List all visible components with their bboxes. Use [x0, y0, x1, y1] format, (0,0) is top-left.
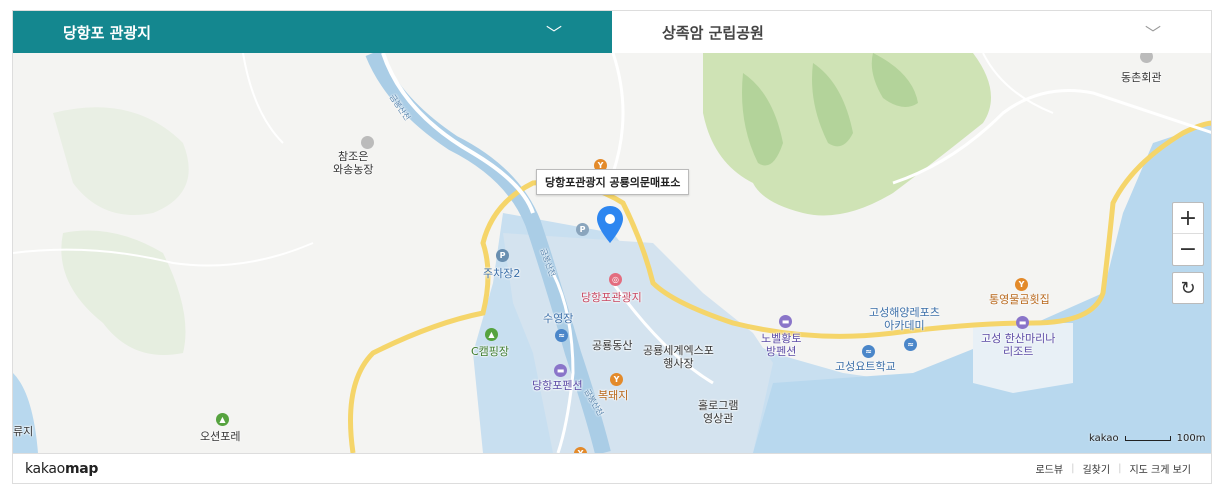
place-label: 수영장 — [543, 312, 574, 325]
resort-icon[interactable]: ▬ — [1016, 316, 1029, 329]
place-label: C캠핑장 — [471, 345, 510, 358]
scale-bar — [1124, 436, 1171, 441]
restaurant-icon[interactable]: Y — [1015, 278, 1028, 291]
scale-brand: kakao — [1089, 433, 1119, 444]
map-scale: kakao 100m — [1089, 433, 1205, 444]
lodging-icon[interactable]: ▬ — [779, 315, 792, 328]
location-pin-icon[interactable] — [595, 205, 625, 249]
camping-icon[interactable]: ▲ — [216, 413, 229, 426]
place-label: 오션포레 — [200, 430, 241, 443]
place-label: 노벨황토 방펜션 — [761, 332, 802, 358]
kakaomap-logo[interactable]: kakaomap — [25, 461, 98, 477]
map-canvas[interactable]: P P ◎ ≈ ▲ ▬ Y ▬ ≈ ≈ Y ▬ ▲ Y Y 참조은와송농장 주차… — [12, 53, 1212, 453]
enlarge-map-link[interactable]: 지도 크게 보기 — [1121, 461, 1199, 476]
place-label: 공룡동산 — [592, 339, 633, 352]
directions-link[interactable]: 길찾기 — [1074, 461, 1118, 476]
location-callout[interactable]: 당항포관광지 공룡의문매표소 — [536, 169, 690, 195]
restaurant-icon[interactable]: Y — [610, 373, 623, 386]
scale-distance: 100m — [1176, 433, 1206, 444]
zoom-out-button[interactable]: − — [1173, 234, 1203, 265]
place-dot-icon[interactable] — [361, 136, 374, 149]
swimming-icon[interactable]: ≈ — [555, 329, 568, 342]
logo-light: kakao — [25, 460, 65, 477]
tab-label: 당항포 관광지 — [63, 23, 152, 42]
footer-links: 로드뷰 | 길찾기 | 지도 크게 보기 — [1027, 461, 1199, 476]
camping-icon[interactable]: ▲ — [485, 328, 498, 341]
place-label: 참조은 와송농장 — [333, 150, 374, 176]
parking-icon[interactable]: P — [576, 223, 589, 236]
place-label: 복돼지 — [598, 389, 629, 402]
place-label: 당항포펜션 — [532, 379, 583, 392]
lodging-icon[interactable]: ▬ — [554, 364, 567, 377]
zoom-control: + − — [1172, 202, 1204, 266]
place-label: 고성해양레포츠 아카데미 — [869, 306, 940, 332]
place-label: 동촌회관 — [1121, 71, 1162, 84]
logo-bold: map — [64, 460, 99, 477]
chevron-down-icon: ﹀ — [545, 24, 562, 43]
school-icon[interactable]: ≈ — [862, 345, 875, 358]
place-label: 고성요트학교 — [835, 360, 896, 373]
zoom-in-button[interactable]: + — [1173, 203, 1203, 234]
place-label: 주차장2 — [483, 267, 521, 280]
tab-label: 상족암 군립공원 — [662, 23, 764, 42]
place-label: 홀로그램 영상관 — [698, 399, 739, 425]
refresh-button[interactable]: ↻ — [1172, 272, 1204, 304]
chevron-down-icon: ﹀ — [1144, 24, 1161, 43]
destination-tabs: 당항포 관광지 ﹀ 상족암 군립공원 ﹀ — [12, 10, 1212, 53]
place-label: 류지 — [13, 425, 34, 438]
place-label: 공룡세계엑스포 행사장 — [643, 344, 714, 370]
place-label: 통영물곰횟집 — [989, 293, 1050, 306]
parking-icon[interactable]: P — [496, 249, 509, 262]
attraction-icon[interactable]: ◎ — [609, 273, 622, 286]
academy-icon[interactable]: ≈ — [904, 338, 917, 351]
tab-sangjokam[interactable]: 상족암 군립공원 ﹀ — [612, 11, 1211, 53]
roadview-link[interactable]: 로드뷰 — [1027, 461, 1071, 476]
tab-danghangpo[interactable]: 당항포 관광지 ﹀ — [13, 11, 612, 53]
place-label: 당항포관광지 — [581, 291, 642, 304]
place-label: 고성 한산마리나 리조트 — [981, 332, 1056, 358]
map-footer: kakaomap 로드뷰 | 길찾기 | 지도 크게 보기 — [12, 453, 1212, 484]
